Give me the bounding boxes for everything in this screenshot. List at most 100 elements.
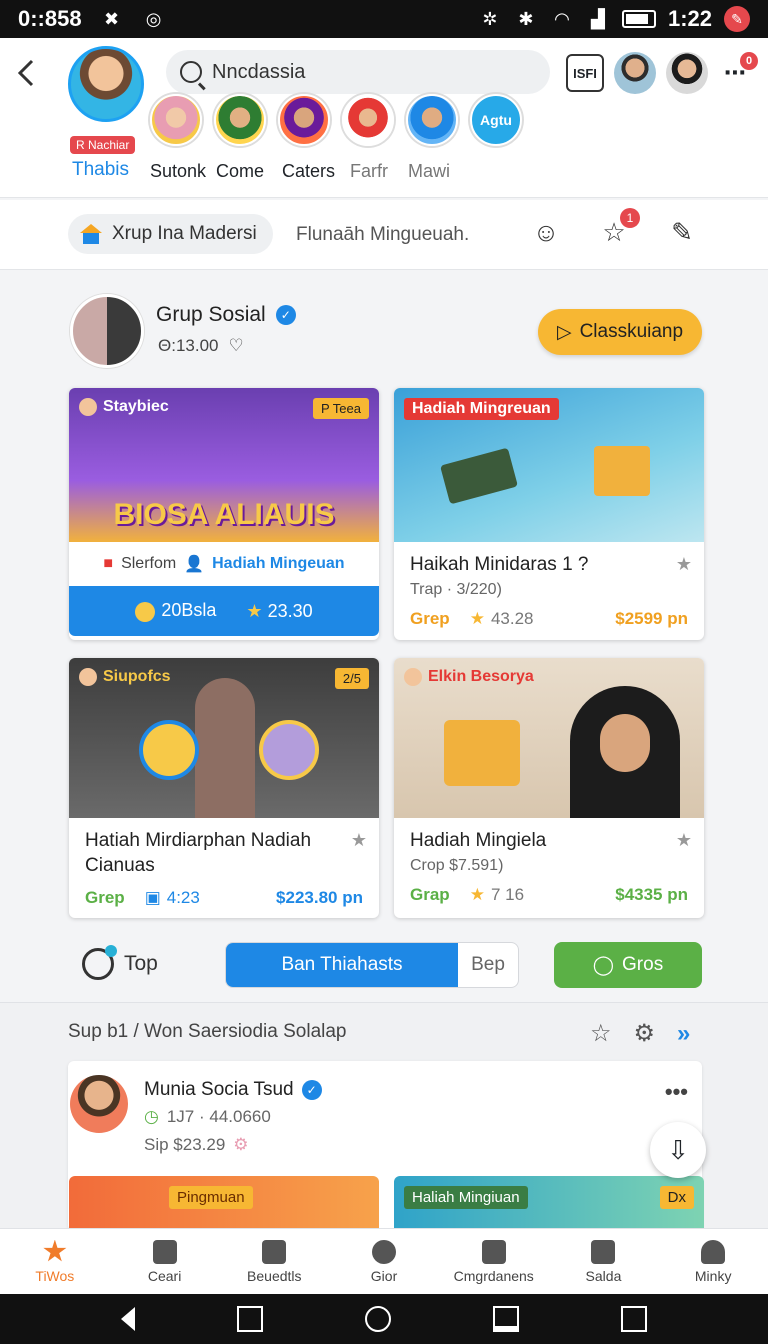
chevron-left-icon <box>17 59 34 87</box>
home-icon <box>80 224 102 244</box>
back-button[interactable] <box>14 58 40 92</box>
story-avatar[interactable] <box>214 94 266 146</box>
story-avatar[interactable] <box>406 94 458 146</box>
tab-minky[interactable]: Minky <box>658 1229 768 1294</box>
nav-square-icon[interactable] <box>621 1306 647 1332</box>
my-name[interactable]: Thabis <box>72 159 129 181</box>
notification-badge: 0 <box>740 52 758 70</box>
edit-button[interactable]: ✎ <box>666 216 698 248</box>
group-avatar[interactable] <box>70 294 144 368</box>
reward-card[interactable]: Elkin Besorya Hadiah Mingiela ★ Crop $7.… <box>394 658 704 918</box>
clock-icon: ◷ <box>144 1107 159 1126</box>
star-icon: ★ <box>246 600 263 621</box>
post-author-name[interactable]: Munia Socia Tsud <box>144 1079 294 1101</box>
star-outline-icon[interactable]: ☆ <box>590 1019 612 1048</box>
story-name[interactable]: Come <box>216 161 282 182</box>
tab-beuedtls[interactable]: Beuedtls <box>219 1229 329 1294</box>
calendar-button[interactable]: ISFI <box>566 54 604 92</box>
edit-icon: ✎ <box>671 216 693 247</box>
card-sub: Trap · 3/220) <box>410 581 502 598</box>
chevron-right-icon[interactable]: » <box>677 1020 690 1048</box>
target-icon <box>372 1239 397 1264</box>
star-outline-icon[interactable]: ★ <box>351 830 367 851</box>
nav-back-icon[interactable] <box>121 1307 135 1331</box>
card-image: Siupofcs 2/5 <box>69 658 379 818</box>
card-grep: Grap <box>410 885 450 904</box>
top-button[interactable]: Top <box>82 945 158 980</box>
tab-salda[interactable]: Salda <box>549 1229 659 1294</box>
reward-card[interactable]: Staybiec P Teea BIOSA ALIAUIS ■ Slerfom … <box>69 388 379 640</box>
tab-home[interactable]: TiWos <box>0 1229 110 1294</box>
status-bar: 0::858 ✖ ◎ ✲ ✱ ◠ ▟ 1:22 ✎ <box>0 0 768 38</box>
person-icon <box>701 1239 726 1264</box>
mini-card-label: Haliah Mingiuan <box>404 1186 528 1209</box>
split-button: Ban Thiahasts Bep <box>225 942 519 988</box>
status-time-left: 0::858 <box>18 6 82 31</box>
more-icon[interactable]: ••• <box>665 1079 688 1105</box>
primary-action-button[interactable]: Ban Thiahasts <box>226 943 458 987</box>
mini-card[interactable]: Haliah Mingiuan Dx <box>394 1176 704 1230</box>
story-name[interactable]: Caters <box>282 161 350 182</box>
secondary-action-button[interactable]: Bep <box>458 943 518 987</box>
settings-icon[interactable]: ⚙ <box>634 1019 656 1048</box>
contact-avatar[interactable] <box>614 52 656 94</box>
card-tag: P Teea <box>312 398 369 419</box>
reward-card[interactable]: Siupofcs 2/5 Hatiah Mirdiarphan Nadiah C… <box>69 658 379 918</box>
story-name[interactable]: Sutonk <box>150 161 216 182</box>
system-nav-bar <box>0 1294 768 1344</box>
favorites-badge: 1 <box>620 208 640 228</box>
medal-icon <box>259 720 319 780</box>
nav-recents-icon[interactable] <box>237 1306 263 1332</box>
gift-box-icon <box>444 720 520 786</box>
star-outline-icon[interactable]: ★ <box>676 554 692 575</box>
tab-cmgrdanens[interactable]: Cmgrdanens <box>439 1229 549 1294</box>
stories-row: Agtu <box>150 94 522 146</box>
group-chip[interactable]: Xrup Ina Madersi <box>68 214 273 254</box>
card-price: $223.80 pn <box>276 888 363 907</box>
close-box-icon: ✖ <box>104 8 120 29</box>
reward-card[interactable]: Hadiah Mingreuan Haikah Minidaras 1 ? ★ … <box>394 388 704 640</box>
nav-home-icon[interactable] <box>365 1306 391 1332</box>
story-name[interactable]: Farfr <box>350 161 408 182</box>
calendar-icon: ▣ <box>144 888 161 907</box>
mini-card[interactable]: Pingmuan <box>69 1176 379 1230</box>
search-bar[interactable] <box>166 50 550 94</box>
group-subtitle: Flunaāh Mingueuah. <box>296 224 470 245</box>
card-row-right[interactable]: Hadiah Mingeuan <box>212 555 344 573</box>
avatar[interactable] <box>70 1075 128 1133</box>
classkuianp-button[interactable]: ▷ Classkuianp <box>538 309 702 355</box>
avatar <box>79 668 97 686</box>
group-time: Θ:13.00 <box>158 336 219 355</box>
favorites-button[interactable]: ☆ 1 <box>598 208 640 248</box>
my-avatar[interactable] <box>68 46 144 122</box>
card-action-bar[interactable]: 20Bsla ★ 23.30 <box>69 586 379 636</box>
post-author: Munia Socia Tsud ✓ <box>144 1079 322 1101</box>
card-price: $2599 pn <box>615 609 688 628</box>
story-avatar[interactable] <box>342 94 394 146</box>
timer-icon <box>82 945 117 980</box>
tab-ceari[interactable]: Ceari <box>110 1229 220 1294</box>
scroll-down-button[interactable]: ⇩ <box>650 1122 706 1178</box>
story-name[interactable]: Mawi <box>408 161 468 182</box>
section-title: Sup b1 / Won Saersiodia Solalap <box>68 1021 347 1042</box>
contact-avatar[interactable] <box>666 52 708 94</box>
mini-card-tag: Dx <box>659 1186 694 1209</box>
more-options-button[interactable]: ⋯ 0 <box>718 52 758 90</box>
card-row-left: Slerfom <box>121 555 177 572</box>
card-title: Hatiah Mirdiarphan Nadiah Cianuas <box>85 830 312 876</box>
emoji-button[interactable]: ☺ <box>530 216 562 248</box>
story-avatar[interactable] <box>150 94 202 146</box>
grid-icon <box>591 1239 616 1264</box>
story-avatar-brand[interactable]: Agtu <box>470 94 522 146</box>
avatar <box>404 668 422 686</box>
star-outline-icon[interactable]: ★ <box>676 830 692 851</box>
search-input[interactable] <box>212 60 512 84</box>
card-rating: ★ 43.28 <box>469 609 534 628</box>
heart-icon[interactable]: ♡ <box>229 336 244 356</box>
tab-gior[interactable]: Gior <box>329 1229 439 1294</box>
mini-card-label: Pingmuan <box>169 1186 253 1209</box>
nav-bookmark-icon[interactable] <box>493 1306 519 1332</box>
post-meta: ◷ 1J7 · 44.0660 <box>144 1107 271 1126</box>
story-avatar[interactable] <box>278 94 330 146</box>
gros-button[interactable]: ◯ Gros <box>554 942 702 988</box>
